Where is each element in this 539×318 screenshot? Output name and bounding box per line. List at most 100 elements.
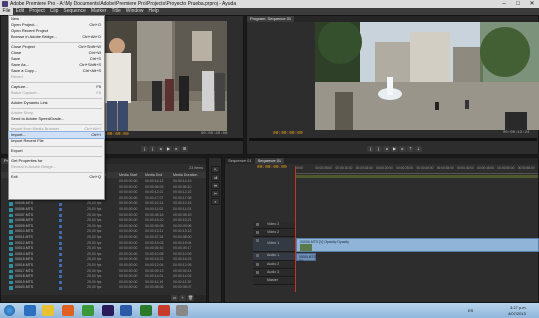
new-bin-icon[interactable]: ▭ xyxy=(171,295,178,301)
track-header-video1[interactable]: Video 1 xyxy=(253,238,295,252)
file-menu-item[interactable]: Adobe Dynamic Link xyxy=(9,100,104,106)
start-button-icon[interactable] xyxy=(4,305,15,316)
menu-edit[interactable]: Edit xyxy=(13,8,27,15)
close-window-button[interactable]: ✕ xyxy=(525,0,539,8)
app-icon[interactable] xyxy=(82,305,94,316)
mark-out-button[interactable]: } xyxy=(375,146,382,152)
eye-icon[interactable] xyxy=(256,231,259,234)
menu-clip[interactable]: Clip xyxy=(47,8,61,15)
clip-icon xyxy=(9,269,13,274)
mark-in-button[interactable]: { xyxy=(141,146,148,152)
track-select-tool-icon[interactable]: ⇉ xyxy=(211,174,220,181)
file-menu-item[interactable]: Import Recent File xyxy=(9,138,104,144)
track-header-audio3[interactable]: Audio 3 xyxy=(253,270,295,277)
program-scrub-bar[interactable] xyxy=(249,138,537,141)
clip-icon xyxy=(9,208,13,212)
minimize-button[interactable]: – xyxy=(497,0,511,8)
clip-audio1[interactable]: 00006.MTS [A] xyxy=(296,253,316,263)
eye-icon[interactable] xyxy=(256,223,259,226)
program-video-frame xyxy=(315,22,539,130)
new-item-icon[interactable]: + xyxy=(179,295,186,301)
maximize-button[interactable]: □ xyxy=(511,0,525,8)
file-menu-item[interactable]: Exit Ctrl+Q xyxy=(9,174,104,180)
mark-out-button[interactable]: } xyxy=(149,146,156,152)
ruler-tick-label: 00:00:45:00 xyxy=(477,166,495,170)
play-icon[interactable]: ▶ xyxy=(165,146,172,152)
speaker-icon[interactable] xyxy=(256,263,259,266)
powerpoint-icon[interactable] xyxy=(158,305,170,316)
label-swatch xyxy=(59,236,62,240)
col-media-duration[interactable]: Media Duration xyxy=(173,172,197,178)
step-back-icon[interactable]: ◂ xyxy=(157,146,164,152)
clip-icon xyxy=(9,230,13,234)
razor-tool-icon[interactable]: ✂ xyxy=(211,190,220,197)
zoom-tool-icon[interactable]: ⌕ xyxy=(211,198,220,205)
menu-help[interactable]: Help xyxy=(146,8,161,15)
timeline-panel: Sequence 01 Sequence 01 00:00:00:00 00:00… xyxy=(224,157,539,303)
track-header-video2[interactable]: Video 2 xyxy=(253,230,295,237)
firefox-icon[interactable] xyxy=(62,305,74,316)
extract-icon[interactable]: ⇣ xyxy=(415,146,422,152)
file-menu-item[interactable]: Send to Adobe SpeedGrade... xyxy=(9,116,104,122)
clear-icon[interactable]: 🗑 xyxy=(187,295,194,301)
file-explorer-icon[interactable] xyxy=(42,305,54,316)
file-menu-item-label: Close Project xyxy=(11,44,35,49)
playhead[interactable] xyxy=(295,166,296,292)
clip-icon xyxy=(9,241,13,246)
speaker-icon[interactable] xyxy=(256,254,259,257)
clip-icon xyxy=(9,236,13,240)
premiere-taskbar-icon[interactable] xyxy=(102,305,114,316)
ie-browser-icon[interactable] xyxy=(24,305,36,316)
file-menu-item-label: Close xyxy=(11,50,22,55)
track-header-audio1[interactable]: Audio 1 xyxy=(253,253,295,261)
track-header-video3[interactable]: Video 3 xyxy=(253,222,295,229)
lift-icon[interactable]: ⇡ xyxy=(407,146,414,152)
track-header-audio2[interactable]: Audio 2 xyxy=(253,262,295,269)
word-icon[interactable] xyxy=(120,305,132,316)
clip-icon xyxy=(9,258,13,262)
ripple-edit-tool-icon[interactable]: ⇹ xyxy=(211,182,220,189)
clip-media-end: 00:00:08:06 xyxy=(145,285,164,290)
clock-time[interactable]: 3:27 p.m. xyxy=(510,305,527,310)
file-menu-item[interactable]: Browse in Adobe Bridge... Ctrl+Alt+O xyxy=(9,34,104,40)
file-menu-item-label: Get Properties for xyxy=(11,158,43,163)
program-timecode-current: 00:00:00:00 xyxy=(273,131,303,136)
app2-icon[interactable] xyxy=(176,305,188,316)
speaker-icon[interactable] xyxy=(256,271,259,274)
clip-icon xyxy=(9,202,13,206)
clock-date[interactable]: 4/07/2013 xyxy=(508,311,526,316)
menu-marker[interactable]: Marker xyxy=(88,8,109,15)
eye-icon[interactable] xyxy=(256,239,259,242)
menu-file[interactable]: File xyxy=(0,8,14,15)
menu-window[interactable]: Window xyxy=(123,8,146,15)
file-menu-item-label: New xyxy=(11,16,20,21)
insert-icon[interactable]: ⊞ xyxy=(181,146,188,152)
tab-sequence-a[interactable]: Sequence 01 xyxy=(225,158,255,164)
selection-tool-icon[interactable]: ↖ xyxy=(211,166,220,173)
source-scrub-bar[interactable] xyxy=(97,138,243,141)
tab-sequence-b[interactable]: Sequence 01 xyxy=(254,158,285,164)
excel-icon[interactable] xyxy=(140,305,152,316)
project-row[interactable]: 00020.MTS 25,00 fps 00:00:00:00 00:00:08:06… xyxy=(1,285,206,291)
clip-video1[interactable]: 00006.MTS [V] Opacity:Opacity xyxy=(296,238,539,252)
step-forward-icon[interactable]: ▸ xyxy=(399,146,406,152)
program-monitor-panel: Program: Sequence 01 00:00:00:00 00:00:1… xyxy=(246,15,539,155)
language-indicator[interactable]: ES xyxy=(468,308,473,313)
work-area-bar[interactable] xyxy=(295,175,538,178)
ruler-tick-label: 00:00 xyxy=(295,166,303,170)
col-media-end[interactable]: Media End xyxy=(145,172,162,178)
file-menu-item[interactable]: Export xyxy=(9,148,104,154)
timeline-ruler[interactable]: 00:00 00:00:05:00 00:00:10:00 00:00:15:00 00… xyxy=(295,166,538,174)
mark-in-button[interactable]: { xyxy=(367,146,374,152)
step-back-icon[interactable]: ◂ xyxy=(383,146,390,152)
col-media-start[interactable]: Media Start xyxy=(119,172,137,178)
step-forward-icon[interactable]: ▸ xyxy=(173,146,180,152)
menu-project[interactable]: Project xyxy=(27,8,48,15)
tab-program[interactable]: Program: Sequence 01 xyxy=(247,16,295,22)
menu-sequence[interactable]: Sequence xyxy=(61,8,89,15)
file-menu-item-label: Browse in Adobe Bridge... xyxy=(11,34,58,39)
track-header-master[interactable]: Master xyxy=(253,278,295,285)
play-icon[interactable]: ▶ xyxy=(391,146,398,152)
menu-title[interactable]: Title xyxy=(109,8,123,15)
clip-icon xyxy=(9,247,13,251)
